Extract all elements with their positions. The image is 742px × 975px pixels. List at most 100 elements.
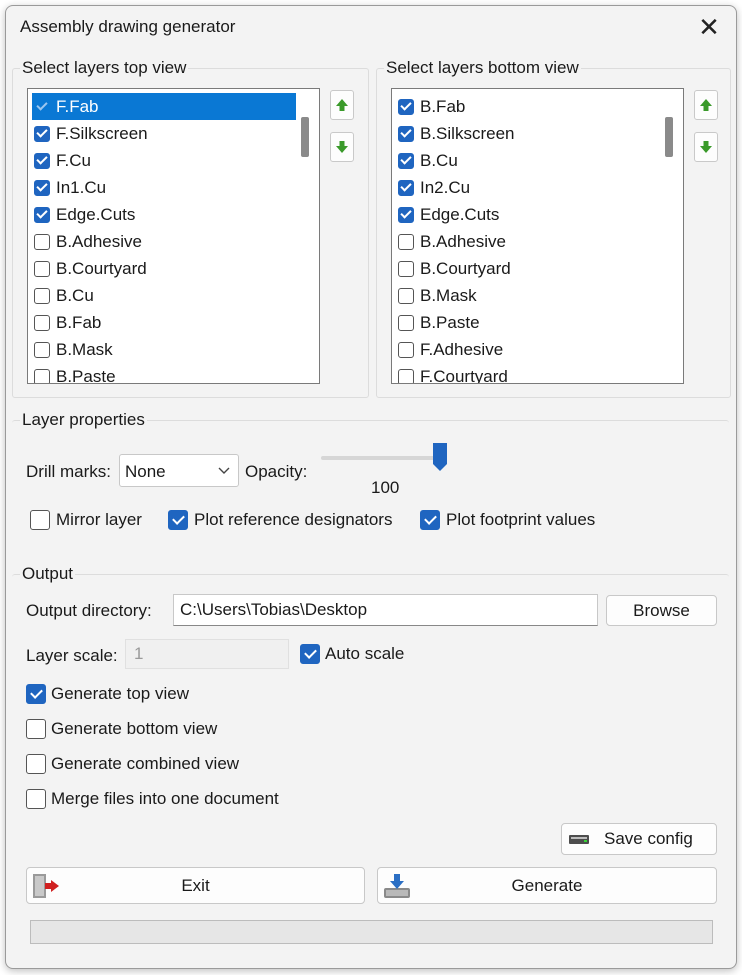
top_view-list-item[interactable]: Edge.Cuts (28, 201, 296, 228)
top_view-list-item[interactable]: In1.Cu (28, 174, 296, 201)
top-list-scrollbar-thumb[interactable] (301, 117, 309, 157)
checkbox-box[interactable] (398, 152, 414, 169)
layer-name: Edge.Cuts (56, 204, 136, 224)
bottom-move-up-button[interactable] (694, 90, 718, 120)
bottom_view-list-item[interactable]: B.Silkscreen (392, 120, 660, 147)
plot-reference-designators-checkbox[interactable]: Plot reference designators (168, 510, 392, 530)
checkbox-box[interactable] (34, 368, 50, 383)
top_view-list-item[interactable]: F.Cu (28, 147, 296, 174)
checkbox-box[interactable] (420, 510, 440, 530)
checkbox-box[interactable] (30, 510, 50, 530)
drill-marks-label: Drill marks: (26, 462, 111, 481)
save-config-label: Save config (604, 829, 693, 848)
top_view-list-item[interactable]: B.Paste (28, 363, 296, 384)
checkbox-box[interactable] (398, 98, 414, 115)
checkbox-box[interactable] (34, 206, 50, 223)
layer-name: B.Paste (56, 366, 116, 384)
layer-name: F.Adhesive (420, 339, 504, 359)
checkbox-box[interactable] (398, 341, 414, 358)
checkbox-box[interactable] (26, 754, 46, 774)
checkbox-box[interactable] (34, 125, 50, 142)
checkbox-box[interactable] (398, 314, 414, 331)
top_view-list-item[interactable]: B.Mask (28, 336, 296, 363)
plot-footprint-values-label: Plot footprint values (446, 510, 596, 529)
bottom-view-layer-list[interactable]: B.Fab B.Silkscreen B.Cu In2.Cu Edge.Cuts B.Ad… (391, 88, 684, 384)
layer-name: B.Cu (420, 150, 458, 170)
generate-combined-view-checkbox[interactable]: Generate combined view (26, 754, 239, 774)
output-directory-input[interactable]: C:\Users\Tobias\Desktop (173, 594, 598, 626)
checkbox-box[interactable] (398, 179, 414, 196)
bottom_view-list-item[interactable]: F.Courtyard (392, 363, 660, 383)
checkbox-box[interactable] (34, 260, 50, 277)
checkbox-box[interactable] (168, 510, 188, 530)
close-icon[interactable]: ✕ (696, 14, 722, 40)
layer-scale-input[interactable]: 1 (125, 639, 289, 669)
checkbox-box[interactable] (26, 789, 46, 809)
mirror-layer-label: Mirror layer (56, 510, 142, 529)
checkbox-box[interactable] (398, 125, 414, 142)
checkbox-box[interactable] (398, 206, 414, 223)
layer-name: F.Fab (56, 96, 99, 116)
bottom_view-list-item[interactable]: Edge.Cuts (392, 201, 660, 228)
generate-top-view-checkbox[interactable]: Generate top view (26, 684, 189, 704)
merge-files-checkbox[interactable]: Merge files into one document (26, 789, 279, 809)
opacity-label: Opacity: (245, 462, 308, 481)
bottom_view-list-item[interactable]: B.Mask (392, 282, 660, 309)
bottom_view-list-item[interactable]: B.Paste (392, 309, 660, 336)
checkbox-box[interactable] (34, 314, 50, 331)
bottom-move-down-button[interactable] (694, 132, 718, 162)
checkbox-box[interactable] (34, 233, 50, 250)
layer-name: F.Silkscreen (56, 123, 148, 143)
bottom_view-list-item[interactable]: B.Adhesive (392, 228, 660, 255)
auto-scale-checkbox[interactable]: Auto scale (300, 644, 404, 664)
exit-button[interactable]: Exit (26, 867, 365, 904)
layer-scale-label: Layer scale: (26, 646, 118, 665)
arrow-down-icon (336, 141, 348, 153)
save-config-button[interactable]: Save config (561, 823, 717, 855)
generate-bottom-view-label: Generate bottom view (51, 719, 218, 738)
top_view-list-item[interactable]: B.Cu (28, 282, 296, 309)
opacity-slider[interactable] (321, 442, 451, 472)
checkbox-box[interactable] (300, 644, 320, 664)
generate-button[interactable]: Generate (377, 867, 717, 904)
top_view-list-item[interactable]: B.Courtyard (28, 255, 296, 282)
layer-name: B.Paste (420, 312, 480, 332)
top_view-list-item[interactable]: F.Fab (32, 93, 296, 120)
opacity-value: 100 (371, 478, 400, 497)
checkbox-box[interactable] (26, 719, 46, 739)
mirror-layer-checkbox[interactable]: Mirror layer (30, 510, 142, 530)
layer-scale-value: 1 (134, 644, 144, 663)
plot-reference-designators-label: Plot reference designators (194, 510, 393, 529)
layer-name: B.Courtyard (420, 258, 511, 278)
checkbox-box[interactable] (34, 287, 50, 304)
top_view-list-item[interactable]: B.Adhesive (28, 228, 296, 255)
top_view-list-item[interactable]: F.Silkscreen (28, 120, 296, 147)
top-move-down-button[interactable] (330, 132, 354, 162)
checkbox-box[interactable] (34, 152, 50, 169)
browse-button[interactable]: Browse (606, 595, 717, 626)
bottom_view-list-item[interactable]: B.Cu (392, 147, 660, 174)
checkbox-box[interactable] (34, 341, 50, 358)
dialog-window: Assembly drawing generator ✕ Select laye… (5, 5, 737, 969)
checkbox-box[interactable] (398, 233, 414, 250)
top-move-up-button[interactable] (330, 90, 354, 120)
bottom-list-scrollbar-thumb[interactable] (665, 117, 673, 157)
top-view-group-label: Select layers top view (20, 58, 189, 78)
checkbox-box[interactable] (34, 179, 50, 196)
generate-bottom-view-checkbox[interactable]: Generate bottom view (26, 719, 217, 739)
checkbox-box[interactable] (398, 260, 414, 277)
checkbox-box[interactable] (26, 684, 46, 704)
bottom_view-list-item[interactable]: B.Courtyard (392, 255, 660, 282)
bottom_view-list-item[interactable]: F.Adhesive (392, 336, 660, 363)
opacity-slider-thumb[interactable] (432, 442, 448, 472)
bottom_view-list-item[interactable]: In2.Cu (392, 174, 660, 201)
bottom_view-list-item[interactable]: B.Fab (392, 93, 660, 120)
top-view-layer-list[interactable]: F.Fab F.Silkscreen F.Cu In1.Cu Edge.Cuts B.Ad… (27, 88, 320, 384)
checkbox-box[interactable] (398, 287, 414, 304)
plot-footprint-values-checkbox[interactable]: Plot footprint values (420, 510, 595, 530)
drill-marks-dropdown[interactable]: None (119, 454, 239, 487)
checkbox-box[interactable] (398, 368, 414, 383)
top_view-list-item[interactable]: B.Fab (28, 309, 296, 336)
layer-properties-label: Layer properties (20, 410, 147, 430)
checkbox-box[interactable] (34, 99, 50, 115)
